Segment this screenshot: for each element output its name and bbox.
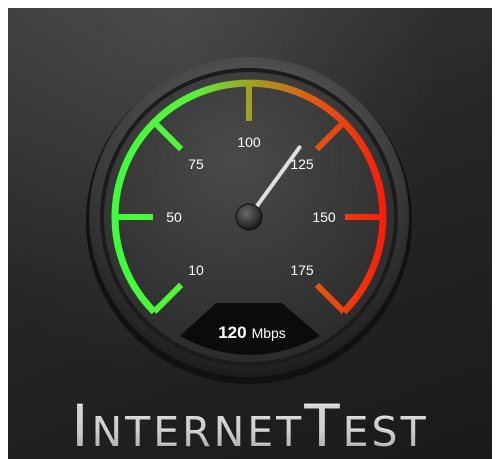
tick-label-10: 10 — [188, 262, 204, 278]
tick-label-100: 100 — [237, 134, 261, 150]
speed-readout-value: 120 — [218, 323, 246, 342]
speed-readout-unit: Mbps — [252, 325, 286, 341]
tick-label-150: 150 — [312, 209, 336, 225]
tick-label-50: 50 — [166, 209, 182, 225]
speedometer-gauge: 105075100125150175 120 Mbps — [86, 57, 412, 384]
needle-hub — [235, 203, 263, 231]
tick-label-175: 175 — [290, 262, 314, 278]
tick-label-75: 75 — [188, 156, 204, 172]
app-title-bar: InternetTest — [8, 393, 492, 459]
speed-readout: 120 Mbps — [218, 323, 286, 342]
speed-test-panel: 10 50 75 100 125 150 175 120 Mbps InternetTest — [8, 8, 492, 459]
app-title: InternetTest — [71, 393, 429, 459]
